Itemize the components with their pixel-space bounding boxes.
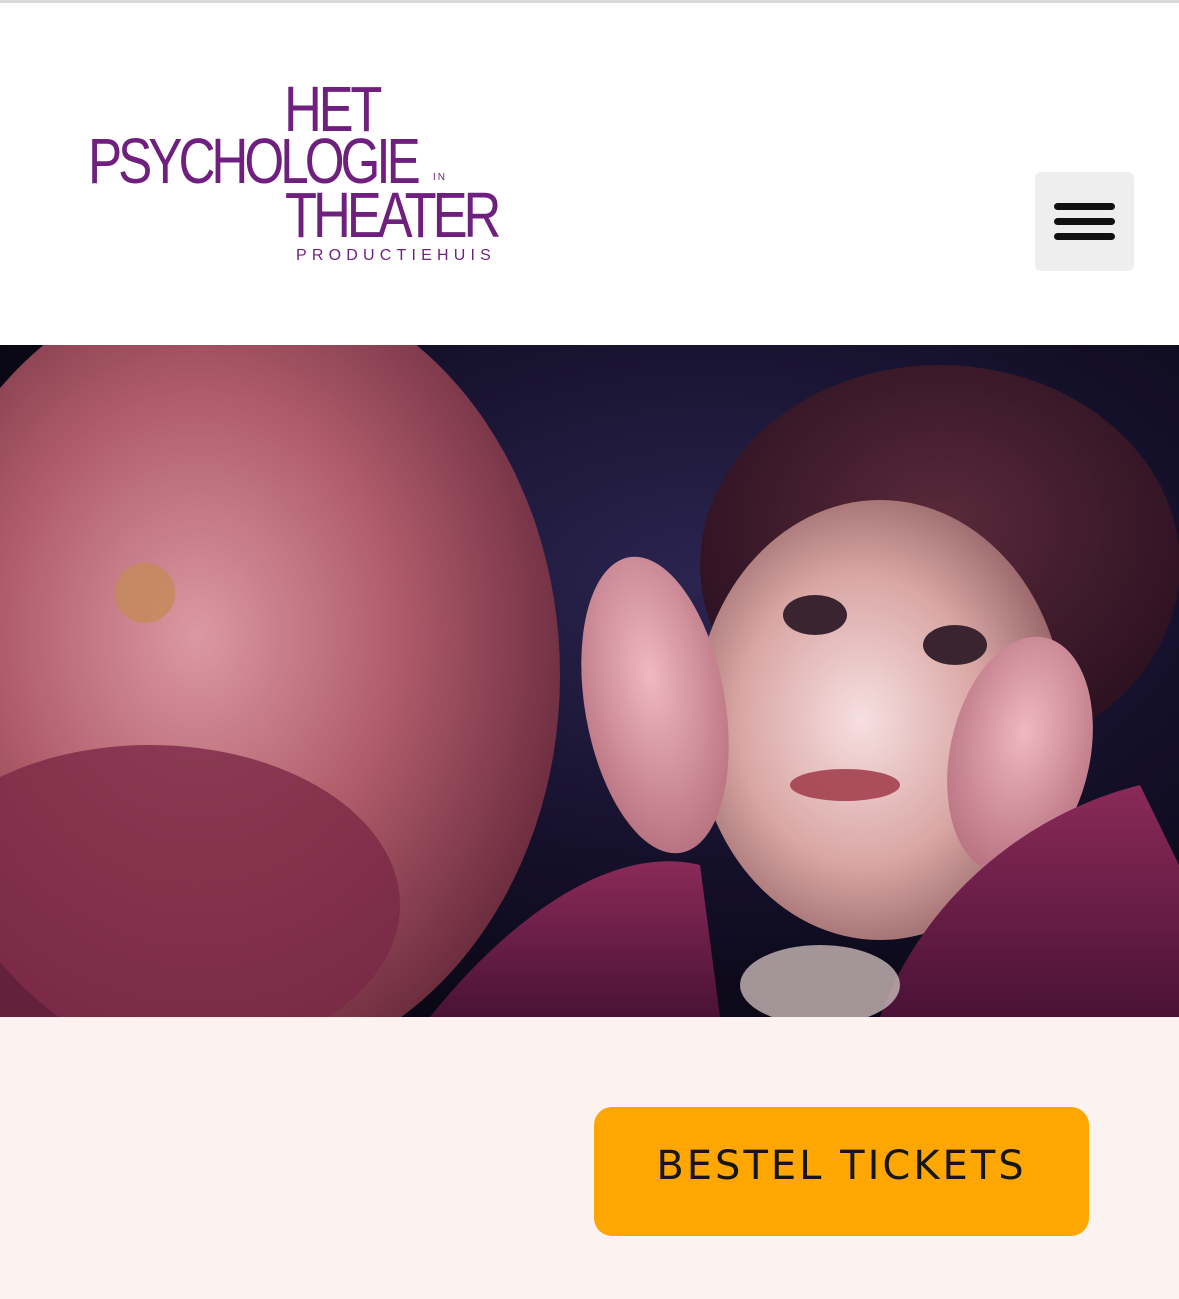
cta-section: BESTEL TICKETS — [0, 1017, 1179, 1299]
menu-icon-bar — [1054, 218, 1115, 225]
site-logo[interactable]: HET PSYCHOLOGIE IN THEATER PRODUCTIEHUIS — [88, 77, 528, 273]
menu-icon-bar — [1054, 233, 1115, 240]
site-header: HET PSYCHOLOGIE IN THEATER PRODUCTIEHUIS — [0, 3, 1179, 345]
hero-image — [0, 345, 1179, 1017]
menu-button[interactable] — [1035, 172, 1134, 271]
logo-line-theater: THEATER — [285, 179, 501, 251]
order-tickets-button[interactable]: BESTEL TICKETS — [594, 1107, 1089, 1236]
page: HET PSYCHOLOGIE IN THEATER PRODUCTIEHUIS — [0, 0, 1179, 1299]
theater-photo — [0, 345, 1179, 1017]
menu-icon-bar — [1054, 203, 1115, 210]
logo-line-productiehuis: PRODUCTIEHUIS — [296, 247, 497, 264]
